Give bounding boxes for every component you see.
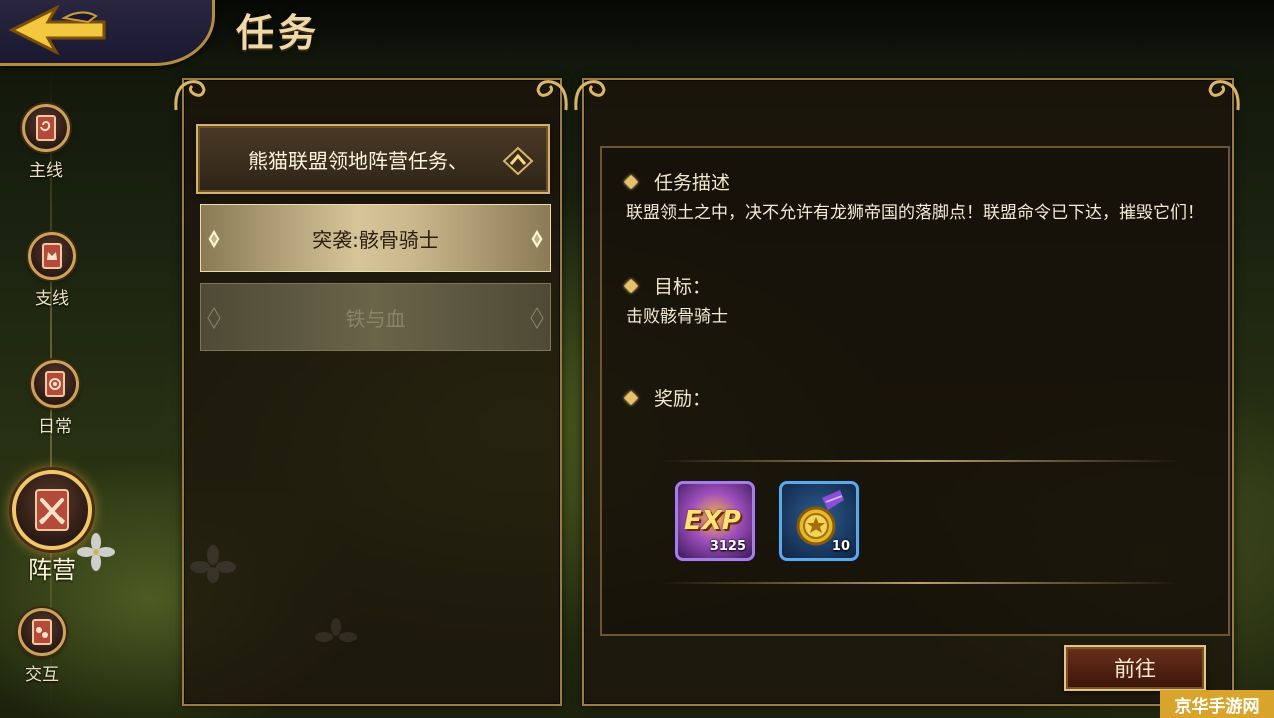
reward-divider-bottom (660, 582, 1180, 584)
nav-item-daily[interactable]: 日常 (15, 360, 95, 437)
diamond-icon (207, 228, 221, 250)
quest-item-skeleton-knight[interactable]: 突袭:骸骨骑士 (200, 204, 551, 272)
scroll-faces-icon (18, 608, 66, 656)
quest-item-iron-blood[interactable]: 铁与血 (200, 283, 551, 351)
reward-count: 3125 (709, 539, 746, 554)
corner-ornament-icon (536, 80, 568, 111)
diamond-icon (207, 307, 221, 329)
diamond-icon (530, 307, 544, 329)
reward-medal[interactable]: 10 (779, 481, 859, 561)
scroll-spiral-icon (31, 360, 79, 408)
page-title: 任务 (236, 11, 321, 55)
nav-label-interact: 交互 (25, 665, 59, 685)
chevron-up-icon[interactable] (502, 146, 534, 176)
exp-icon: EXP (684, 506, 741, 536)
quest-item-label: 铁与血 (345, 306, 406, 331)
flower-decoration (77, 533, 115, 571)
scroll-swirl-icon (22, 104, 70, 152)
nav-label-daily: 日常 (38, 417, 72, 437)
nav-label-side: 支线 (35, 289, 69, 309)
target-heading: 目标： (623, 272, 712, 299)
nav-label-main: 主线 (29, 161, 63, 181)
quest-item-label: 突袭:骸骨骑士 (312, 227, 439, 252)
bullet-diamond-icon (623, 390, 639, 405)
quest-group-header[interactable]: 熊猫联盟领地阵营任务、 (196, 124, 550, 194)
description-heading: 任务描述 (623, 168, 731, 195)
nav-item-main[interactable]: 主线 (6, 104, 86, 181)
corner-ornament-icon (1208, 80, 1240, 111)
scroll-crown-icon (28, 232, 76, 280)
nav-item-interact[interactable]: 交互 (2, 608, 82, 685)
reward-heading-text: 奖励： (654, 388, 712, 410)
corner-ornament-icon (174, 80, 206, 111)
reward-count: 10 (831, 539, 850, 554)
bullet-diamond-icon (623, 174, 639, 189)
quest-group-title: 熊猫联盟领地阵营任务、 (248, 148, 468, 173)
diamond-icon (530, 228, 544, 250)
reward-heading: 奖励： (623, 384, 712, 411)
description-heading-text: 任务描述 (654, 172, 731, 194)
target-text: 击败骸骨骑士 (626, 307, 728, 327)
watermark: 京华手游网 (1160, 690, 1274, 718)
corner-ornament-icon (574, 80, 606, 111)
go-button[interactable]: 前往 (1064, 645, 1206, 691)
back-arrow-icon (8, 4, 106, 56)
target-heading-text: 目标： (654, 276, 712, 298)
back-button[interactable] (4, 2, 114, 58)
reward-exp[interactable]: EXP 3125 (675, 481, 755, 561)
bullet-diamond-icon (623, 278, 639, 293)
nav-item-side[interactable]: 支线 (12, 232, 92, 309)
description-text: 联盟领土之中，决不允许有龙狮帝国的落脚点！联盟命令已下达，摧毁它们！ (626, 203, 1204, 223)
reward-divider-top (660, 460, 1180, 462)
